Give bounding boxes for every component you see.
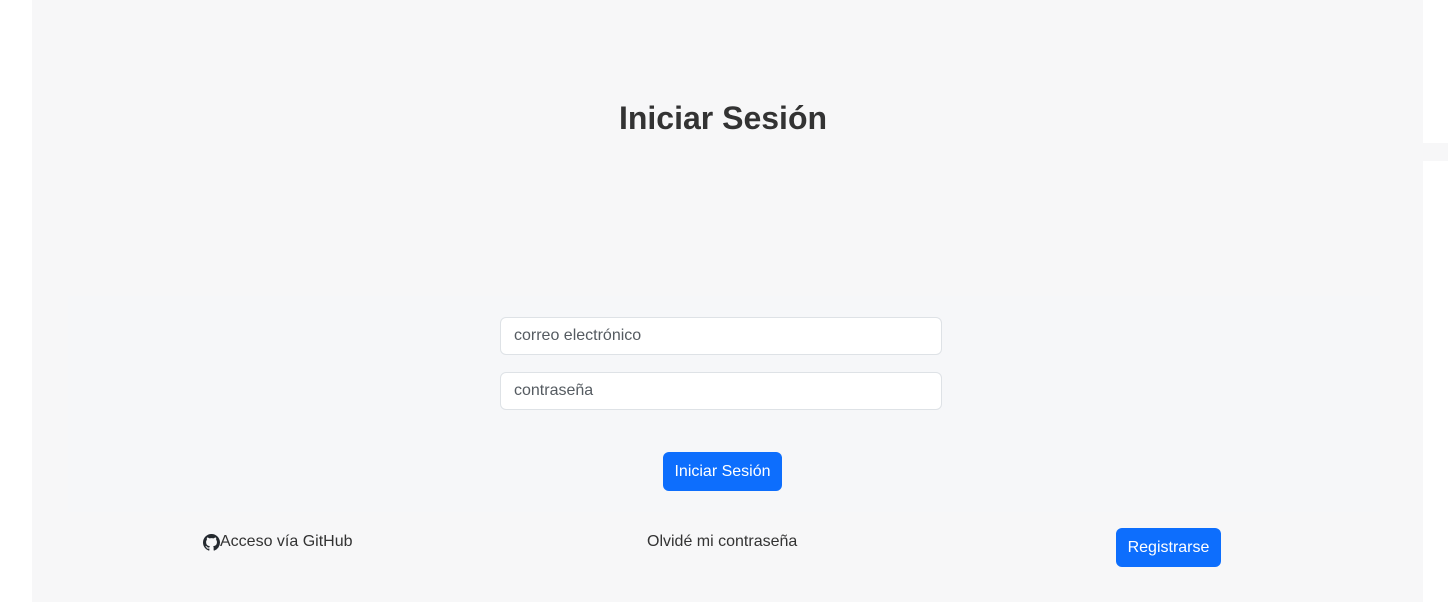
login-form: Iniciar Sesión — [68, 296, 1380, 512]
login-button[interactable]: Iniciar Sesión — [663, 452, 782, 491]
login-page: Iniciar Sesión Iniciar Sesión Acceso vía… — [32, 0, 1423, 602]
register-button[interactable]: Registrarse — [1116, 528, 1221, 567]
edge-strip — [1423, 143, 1448, 161]
forgot-password-link[interactable]: Olvidé mi contraseña — [647, 531, 797, 553]
github-login-link[interactable]: Acceso vía GitHub — [203, 531, 353, 553]
github-link-label: Acceso vía GitHub — [220, 533, 353, 550]
github-icon — [203, 533, 220, 551]
page-title: Iniciar Sesión — [618, 100, 828, 136]
password-input[interactable] — [500, 372, 942, 410]
email-input[interactable] — [500, 317, 942, 355]
